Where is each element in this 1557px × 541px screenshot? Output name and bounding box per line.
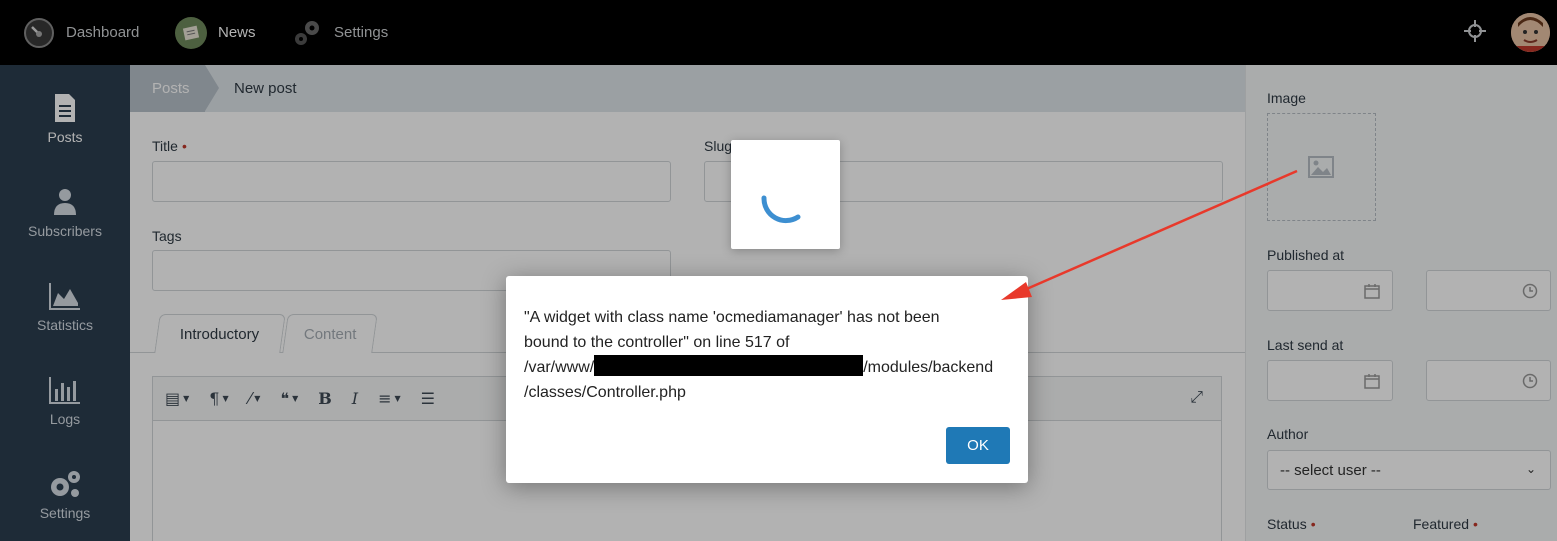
- error-dialog: "A widget with class name 'ocmediamanage…: [506, 276, 1028, 483]
- ok-button[interactable]: OK: [946, 427, 1010, 464]
- spinner-icon: [761, 195, 801, 224]
- error-line-2: bound to the controller" on line 517 of: [524, 334, 790, 351]
- error-line-3: /var/www/ /modules/backend: [524, 355, 1014, 380]
- loading-spinner: [731, 140, 840, 249]
- error-line-1: "A widget with class name 'ocmediamanage…: [524, 309, 940, 326]
- redacted-block: [594, 355, 864, 376]
- error-line-4: /classes/Controller.php: [524, 384, 686, 401]
- error-message: "A widget with class name 'ocmediamanage…: [524, 305, 1014, 405]
- error-path-prefix: /var/www/: [524, 359, 595, 376]
- error-path-suffix: /modules/backend: [863, 359, 994, 376]
